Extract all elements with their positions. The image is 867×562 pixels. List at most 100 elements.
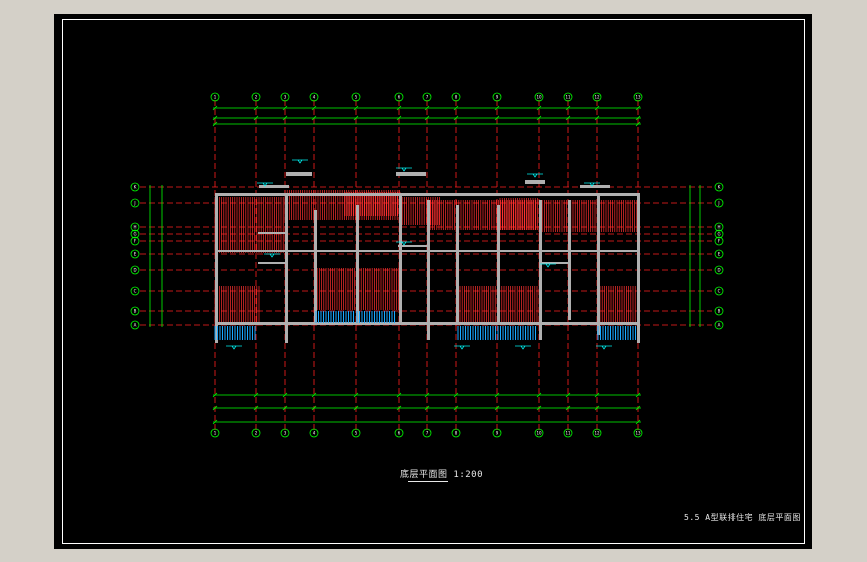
axis-bubble-label: 4: [313, 431, 316, 436]
axis-bubble-bottom-1: 1: [210, 428, 220, 438]
wall-segment: [456, 205, 459, 325]
axis-bubble-label: 6: [398, 431, 401, 436]
cad-viewport[interactable]: 1 1 2 2 3 3 4 4 5 5 6 6 7 7 8 8 9 9 10 10 11 11 12 12 13 13 K K J J H H…: [0, 0, 867, 562]
axis-bubble-left-K: K: [130, 182, 140, 192]
axis-grid: [140, 100, 712, 430]
axis-bubble-label: 9: [496, 95, 499, 100]
hatch-zone: [399, 197, 440, 225]
level-marker: [520, 345, 526, 350]
axis-bubble-bottom-8: 8: [451, 428, 461, 438]
axis-bubble-label: J: [133, 201, 135, 206]
wall-segment: [258, 232, 288, 234]
axis-bubble-bottom-9: 9: [492, 428, 502, 438]
axis-bubble-top-3: 3: [280, 92, 290, 102]
glazing-block: [597, 326, 636, 340]
axis-bubble-label: 6: [398, 95, 401, 100]
axis-bubble-label: 13: [635, 95, 641, 100]
hatch-zone: [599, 286, 640, 324]
axis-bubble-bottom-3: 3: [280, 428, 290, 438]
axis-bubble-label: J: [717, 201, 719, 206]
axis-bubble-label: A: [134, 323, 137, 328]
level-marker: [601, 345, 607, 350]
wall-segment: [497, 205, 500, 325]
level-marker: [231, 345, 237, 350]
level-marker: [459, 345, 465, 350]
axis-bubble-label: 7: [426, 431, 429, 436]
axis-bubble-label: 10: [536, 431, 542, 436]
axis-bubble-label: B: [134, 309, 137, 314]
axis-bubble-top-13: 13: [633, 92, 643, 102]
axis-bubble-label: 3: [284, 95, 287, 100]
level-marker: [269, 253, 275, 258]
axis-bubble-top-1: 1: [210, 92, 220, 102]
axis-bubble-top-8: 8: [451, 92, 461, 102]
level-marker: [532, 173, 538, 178]
drawing-title: 底层平面图 1:200: [400, 470, 484, 480]
wall-segment: [525, 180, 545, 184]
level-marker: [297, 159, 303, 164]
wall-segment: [580, 185, 610, 188]
axis-bubble-label: K: [718, 185, 721, 190]
wall-segment: [637, 193, 640, 343]
wall-segment: [568, 200, 571, 320]
axis-bubble-bottom-6: 6: [394, 428, 404, 438]
axis-bubble-top-10: 10: [534, 92, 544, 102]
axis-bubble-label: 4: [313, 95, 316, 100]
level-annotations: [226, 159, 612, 350]
axis-bubble-right-E: E: [714, 249, 724, 259]
wall-segment: [398, 245, 428, 247]
axis-bubble-label: 12: [594, 431, 600, 436]
axis-bubble-label: 13: [635, 431, 641, 436]
axis-bubble-right-F: F: [714, 236, 724, 246]
axis-bubble-label: K: [134, 185, 137, 190]
axis-bubble-label: 5: [355, 95, 358, 100]
axis-bubble-label: H: [717, 225, 720, 230]
axis-bubble-top-12: 12: [592, 92, 602, 102]
level-marker: [545, 263, 551, 268]
wall-segment: [258, 262, 288, 264]
axis-bubble-left-E: E: [130, 249, 140, 259]
axis-bubble-bottom-2: 2: [251, 428, 261, 438]
axis-bubble-label: 12: [594, 95, 600, 100]
axis-bubble-top-6: 6: [394, 92, 404, 102]
axis-bubble-bottom-13: 13: [633, 428, 643, 438]
axis-bubble-label: 2: [255, 431, 258, 436]
sheet-caption: 5.5 A型联排住宅 底层平面图: [684, 513, 801, 522]
wall-segment: [399, 193, 402, 323]
axis-bubble-right-A: A: [714, 320, 724, 330]
axis-bubble-left-J: J: [130, 198, 140, 208]
wall-segment: [215, 193, 218, 343]
title-underline: [408, 481, 448, 482]
axis-bubble-label: F: [134, 239, 137, 244]
axis-bubble-label: G: [133, 232, 136, 237]
axis-bubble-label: 7: [426, 95, 429, 100]
axis-bubble-bottom-7: 7: [422, 428, 432, 438]
axis-bubble-bottom-11: 11: [563, 428, 573, 438]
axis-bubble-top-2: 2: [251, 92, 261, 102]
axis-bubble-label: A: [718, 323, 721, 328]
wall-segment: [285, 193, 288, 343]
hatch-zone: [214, 197, 284, 253]
hatch-zone: [214, 286, 260, 324]
axis-bubble-label: 8: [455, 95, 458, 100]
axis-bubble-label: 2: [255, 95, 258, 100]
axis-bubble-label: 9: [496, 431, 499, 436]
wall-segment: [314, 210, 317, 325]
glazing-block: [315, 311, 354, 323]
axis-bubble-label: B: [718, 309, 721, 314]
axis-bubble-label: F: [718, 239, 721, 244]
axis-bubble-label: E: [718, 252, 721, 257]
axis-bubble-top-5: 5: [351, 92, 361, 102]
axis-bubble-top-4: 4: [309, 92, 319, 102]
axis-bubble-bottom-10: 10: [534, 428, 544, 438]
axis-bubble-bottom-4: 4: [309, 428, 319, 438]
axis-bubble-right-D: D: [714, 265, 724, 275]
axis-bubble-label: G: [717, 232, 720, 237]
wall-segment: [215, 193, 640, 196]
dimension-lines: [149, 105, 701, 425]
axis-bubble-label: E: [134, 252, 137, 257]
level-marker: [401, 241, 407, 246]
glazing-block: [356, 311, 395, 323]
glazing-block: [214, 326, 256, 340]
axis-bubble-left-F: F: [130, 236, 140, 246]
